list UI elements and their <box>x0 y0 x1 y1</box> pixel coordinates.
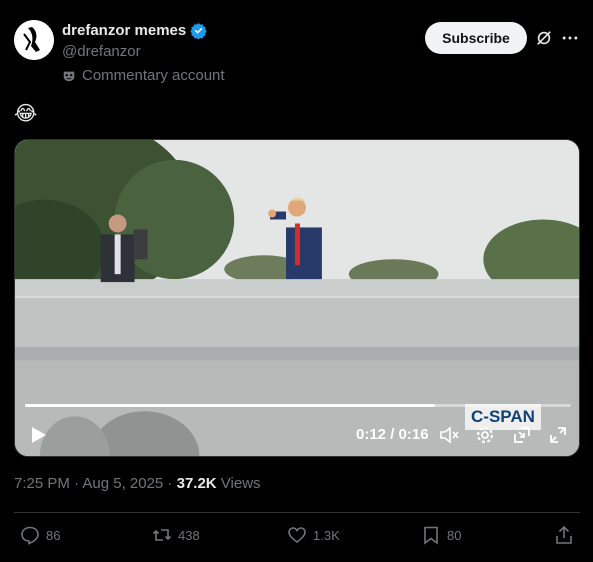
reply-count: 86 <box>46 527 61 543</box>
share-button[interactable] <box>554 525 574 545</box>
share-icon <box>554 525 574 545</box>
verified-badge-icon <box>190 22 207 39</box>
repost-count: 438 <box>178 527 200 543</box>
repost-icon <box>152 525 172 545</box>
account-label-text: Commentary account <box>82 67 225 84</box>
grok-icon[interactable] <box>535 29 553 47</box>
like-count: 1.3K <box>313 527 340 543</box>
views-count: 37.2K <box>176 475 217 492</box>
subscribe-button[interactable]: Subscribe <box>425 22 527 54</box>
like-button[interactable]: 1.3K <box>287 525 340 545</box>
post-meta: 7:25 PM · Aug 5, 2025 · 37.2K Views <box>14 475 261 492</box>
mask-icon <box>62 69 76 83</box>
video-player[interactable]: C-SPAN 0:12 / 0:16 <box>14 139 580 457</box>
divider <box>14 512 580 513</box>
bookmark-count: 80 <box>447 527 462 543</box>
author-name-row: drefanzor memes <box>62 22 207 39</box>
bookmark-button[interactable]: 80 <box>421 525 461 545</box>
avatar[interactable] <box>14 20 54 60</box>
video-progress-bar[interactable] <box>25 404 571 407</box>
mute-icon[interactable] <box>439 425 459 445</box>
views-label: Views <box>216 475 261 492</box>
video-time: 0:12 / 0:16 <box>356 426 429 443</box>
author-display-name[interactable]: drefanzor memes <box>62 22 186 39</box>
action-bar: 86 438 1.3K 80 <box>14 525 580 549</box>
account-label: Commentary account <box>62 67 225 84</box>
post-text: 😂 <box>14 103 38 125</box>
picture-in-picture-icon[interactable] <box>512 425 532 445</box>
bookmark-icon <box>421 525 441 545</box>
more-options-icon[interactable] <box>561 29 579 47</box>
reply-icon <box>20 525 40 545</box>
post-timestamp[interactable]: 7:25 PM · Aug 5, 2025 · <box>14 475 177 492</box>
reply-button[interactable]: 86 <box>20 525 60 545</box>
repost-button[interactable]: 438 <box>152 525 200 545</box>
settings-gear-icon[interactable] <box>475 425 495 445</box>
video-progress-fill <box>25 404 435 407</box>
play-icon[interactable] <box>28 425 48 445</box>
author-handle[interactable]: @drefanzor <box>62 43 141 60</box>
fullscreen-icon[interactable] <box>548 425 568 445</box>
heart-icon <box>287 525 307 545</box>
